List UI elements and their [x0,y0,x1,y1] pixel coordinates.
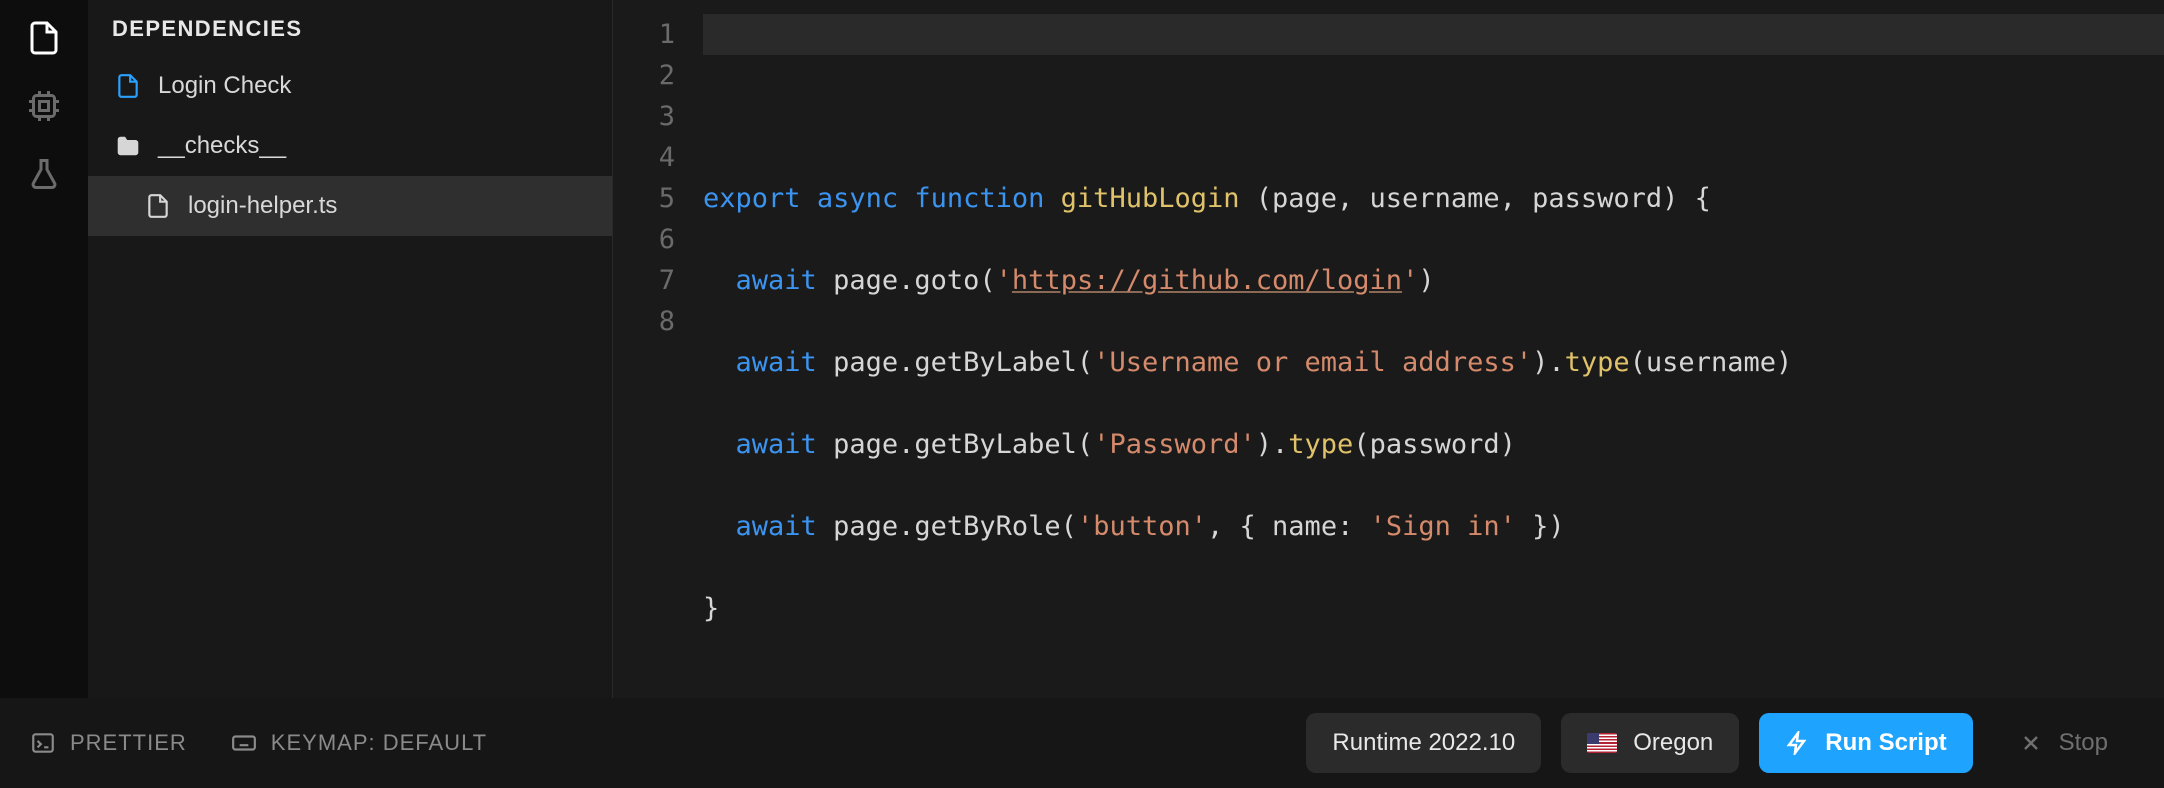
file-icon [144,192,172,220]
sidebar-item-label: __checks__ [158,132,286,160]
folder-icon [114,132,142,160]
flask-icon[interactable] [24,154,64,194]
run-script-button[interactable]: Run Script [1759,713,1972,773]
us-flag-icon [1587,733,1617,753]
status-bar: PRETTIER KEYMAP: DEFAULT Runtime 2022.10… [0,698,2164,788]
sidebar-item-checks-folder[interactable]: __checks__ [88,116,612,176]
sidebar-item-label: login-helper.ts [188,192,337,220]
file-icon [114,72,142,100]
sidebar-header: DEPENDENCIES [88,0,612,56]
sidebar: DEPENDENCIES Login Check __checks__ logi… [88,0,613,698]
sidebar-item-login-helper[interactable]: login-helper.ts [88,176,612,236]
files-icon[interactable] [24,18,64,58]
activity-bar [0,0,88,698]
chip-icon[interactable] [24,86,64,126]
prettier-status[interactable]: PRETTIER [30,730,187,756]
region-selector[interactable]: Oregon [1561,713,1739,773]
sidebar-item-label: Login Check [158,72,291,100]
stop-button[interactable]: Stop [1993,713,2134,773]
code-editor[interactable]: 1 2 3 4 5 6 7 8 export async function gi… [613,0,2164,698]
sidebar-item-login-check[interactable]: Login Check [88,56,612,116]
line-gutter: 1 2 3 4 5 6 7 8 [613,14,703,698]
runtime-selector[interactable]: Runtime 2022.10 [1306,713,1541,773]
code-area[interactable]: export async function gitHubLogin (page,… [703,14,2164,698]
keymap-status[interactable]: KEYMAP: DEFAULT [231,730,487,756]
